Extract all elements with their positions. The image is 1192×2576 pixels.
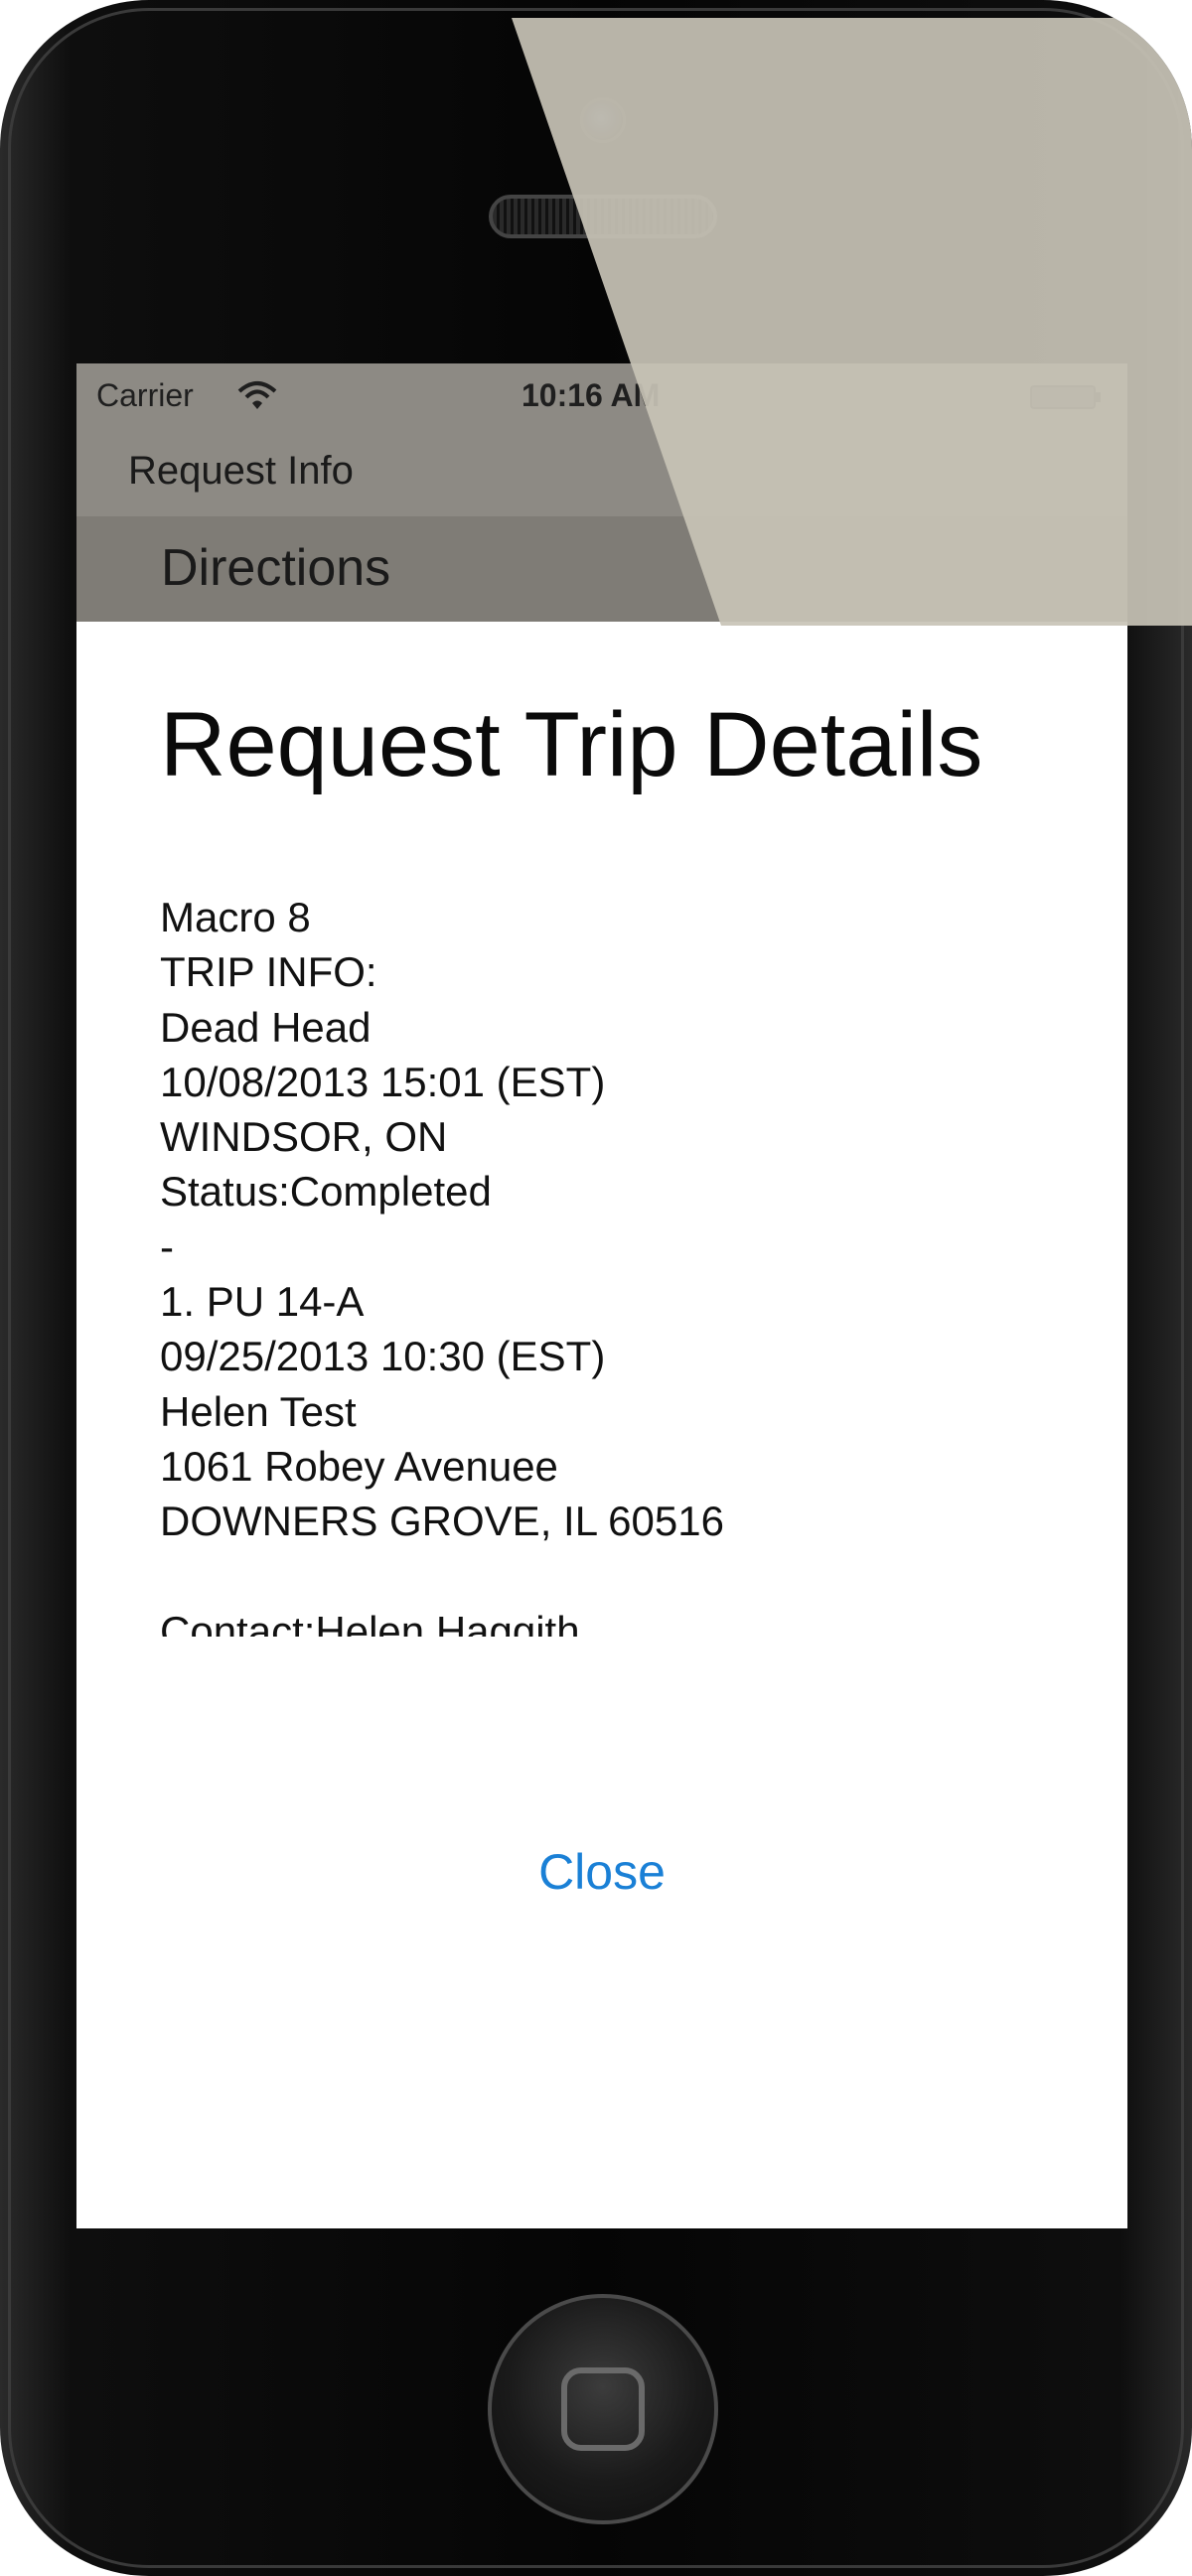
earpiece-speaker	[489, 195, 717, 238]
front-camera	[580, 97, 626, 143]
home-button-icon	[561, 2367, 645, 2451]
screen: Carrier 10:16 AM Request Info Directions…	[76, 363, 1127, 2228]
wifi-icon	[237, 381, 277, 409]
carrier-label: Carrier	[96, 377, 194, 413]
modal-header: Directions	[76, 516, 1127, 622]
status-time: 10:16 AM	[522, 377, 661, 413]
modal-content: Request Trip Details Macro 8 TRIP INFO: …	[76, 622, 1127, 2228]
home-button[interactable]	[488, 2294, 718, 2524]
nav-title: Request Info	[128, 449, 354, 493]
trip-details-scroll[interactable]: Macro 8 TRIP INFO: Dead Head 10/08/2013 …	[160, 890, 1054, 1637]
modal-header-title: Directions	[161, 539, 391, 597]
background-nav-bar: Request Info	[76, 429, 1127, 516]
status-bar: Carrier 10:16 AM	[76, 363, 1127, 429]
battery-icon	[1030, 385, 1101, 409]
page-title: Request Trip Details	[160, 694, 983, 795]
close-button[interactable]: Close	[76, 1827, 1127, 1917]
trip-details-text: Macro 8 TRIP INFO: Dead Head 10/08/2013 …	[160, 894, 724, 1637]
phone-frame: Carrier 10:16 AM Request Info Directions…	[0, 0, 1192, 2576]
